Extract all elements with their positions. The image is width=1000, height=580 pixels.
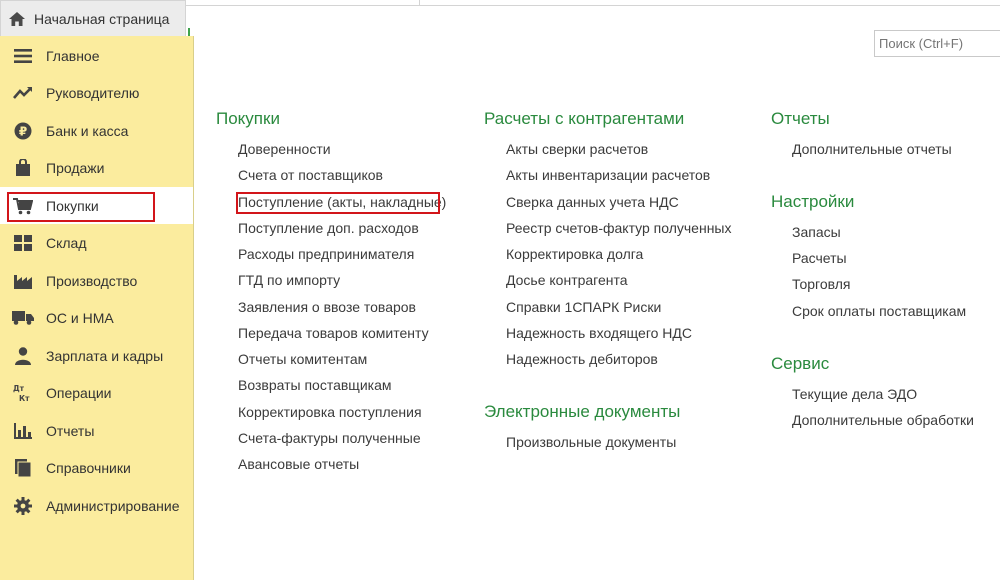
debit-credit-icon: Дт Кт <box>12 382 34 404</box>
sidebar-item-label: Отчеты <box>46 422 95 439</box>
sidebar-item-bank[interactable]: ₽ Банк и касса <box>0 112 193 149</box>
sidebar-item-operations[interactable]: Дт Кт Операции <box>0 374 193 411</box>
link-item[interactable]: Отчеты комитентам <box>238 351 367 367</box>
sidebar-item-payroll[interactable]: Зарплата и кадры <box>0 337 193 374</box>
group-title-service: Сервис <box>771 354 830 373</box>
ruble-coin-icon: ₽ <box>12 120 34 142</box>
sidebar-item-main[interactable]: Главное <box>0 37 193 74</box>
link-item[interactable]: Возвраты поставщикам <box>238 377 391 393</box>
tab-home-label: Начальная страница <box>34 10 170 27</box>
link-item[interactable]: Досье контрагента <box>506 272 628 288</box>
tab-home[interactable]: Начальная страница <box>0 0 186 36</box>
group-title-settlements: Расчеты с контрагентами <box>484 109 685 128</box>
sidebar-item-label: ОС и НМА <box>46 309 114 326</box>
link-item[interactable]: Срок оплаты поставщикам <box>792 303 966 319</box>
link-item[interactable]: Авансовые отчеты <box>238 456 359 472</box>
svg-text:₽: ₽ <box>19 124 27 138</box>
link-item[interactable]: Акты сверки расчетов <box>506 141 648 157</box>
svg-text:Кт: Кт <box>19 394 30 402</box>
link-highlight-frame <box>236 192 440 214</box>
link-item[interactable]: Передача товаров комитенту <box>238 325 429 341</box>
sidebar-item-label: Справочники <box>46 459 131 476</box>
sidebar-item-label: Производство <box>46 272 138 289</box>
sidebar-item-label: Зарплата и кадры <box>46 347 164 364</box>
link-item[interactable]: Счета-фактуры полученные <box>238 430 421 446</box>
sidebar-item-label: Главное <box>46 47 100 64</box>
sidebar-item-manager[interactable]: Руководителю <box>0 74 193 111</box>
link-item[interactable]: Дополнительные отчеты <box>792 141 952 157</box>
bar-chart-icon <box>12 420 34 442</box>
link-item[interactable]: Текущие дела ЭДО <box>792 386 917 402</box>
group-title-edocuments: Электронные документы <box>484 402 681 421</box>
tab-accent <box>188 28 190 36</box>
group-title-settings: Настройки <box>771 192 855 211</box>
sidebar-item-reports[interactable]: Отчеты <box>0 412 193 449</box>
link-item[interactable]: Надежность входящего НДС <box>506 325 692 341</box>
person-icon <box>12 345 34 367</box>
link-item[interactable]: Расчеты <box>792 250 847 266</box>
link-item[interactable]: Надежность дебиторов <box>506 351 658 367</box>
link-item[interactable]: Поступление доп. расходов <box>238 220 419 236</box>
search-input[interactable] <box>874 30 1000 57</box>
link-item[interactable]: Корректировка долга <box>506 246 643 262</box>
link-item[interactable]: Сверка данных учета НДС <box>506 194 679 210</box>
svg-text:Дт: Дт <box>13 384 25 393</box>
sidebar-item-warehouse[interactable]: Склад <box>0 224 193 261</box>
sidebar-item-label: Склад <box>46 234 87 251</box>
book-icon <box>12 457 34 479</box>
warehouse-icon <box>12 232 34 254</box>
sidebar-item-label: Продажи <box>46 159 105 176</box>
sidebar-item-label: Операции <box>46 384 112 401</box>
sidebar-item-production[interactable]: Производство <box>0 262 193 299</box>
link-item[interactable]: Произвольные документы <box>506 434 676 450</box>
truck-icon <box>12 307 34 329</box>
link-item[interactable]: Дополнительные обработки <box>792 412 974 428</box>
link-item[interactable]: Реестр счетов-фактур полученных <box>506 220 732 236</box>
active-item-highlight <box>7 192 155 222</box>
sidebar-item-directories[interactable]: Справочники <box>0 449 193 486</box>
link-item[interactable]: Заявления о ввозе товаров <box>238 299 416 315</box>
shopping-bag-icon <box>12 157 34 179</box>
sidebar-item-label: Администрирование <box>46 497 180 514</box>
sidebar-item-sales[interactable]: Продажи <box>0 149 193 186</box>
sidebar: Главное Руководителю ₽ Банк и касса Прод… <box>0 36 194 580</box>
link-item[interactable]: Торговля <box>792 276 850 292</box>
group-title-reports: Отчеты <box>771 109 830 128</box>
link-item[interactable]: Корректировка поступления <box>238 404 422 420</box>
sidebar-item-label: Руководителю <box>46 84 140 101</box>
link-item[interactable]: Доверенности <box>238 141 331 157</box>
main-panel <box>195 6 1000 580</box>
home-icon <box>9 11 25 26</box>
sidebar-item-admin[interactable]: Администрирование <box>0 487 193 524</box>
link-item[interactable]: Справки 1СПАРК Риски <box>506 299 661 315</box>
trend-icon <box>12 82 34 104</box>
link-item[interactable]: ГТД по импорту <box>238 272 340 288</box>
sidebar-item-assets[interactable]: ОС и НМА <box>0 299 193 336</box>
link-item[interactable]: Акты инвентаризации расчетов <box>506 167 710 183</box>
gear-icon <box>12 495 34 517</box>
group-title-purchases: Покупки <box>216 109 280 128</box>
factory-icon <box>12 270 34 292</box>
link-item[interactable]: Счета от поставщиков <box>238 167 383 183</box>
list-icon <box>12 45 34 67</box>
link-item[interactable]: Запасы <box>792 224 841 240</box>
sidebar-item-label: Банк и касса <box>46 122 129 139</box>
link-item[interactable]: Расходы предпринимателя <box>238 246 414 262</box>
